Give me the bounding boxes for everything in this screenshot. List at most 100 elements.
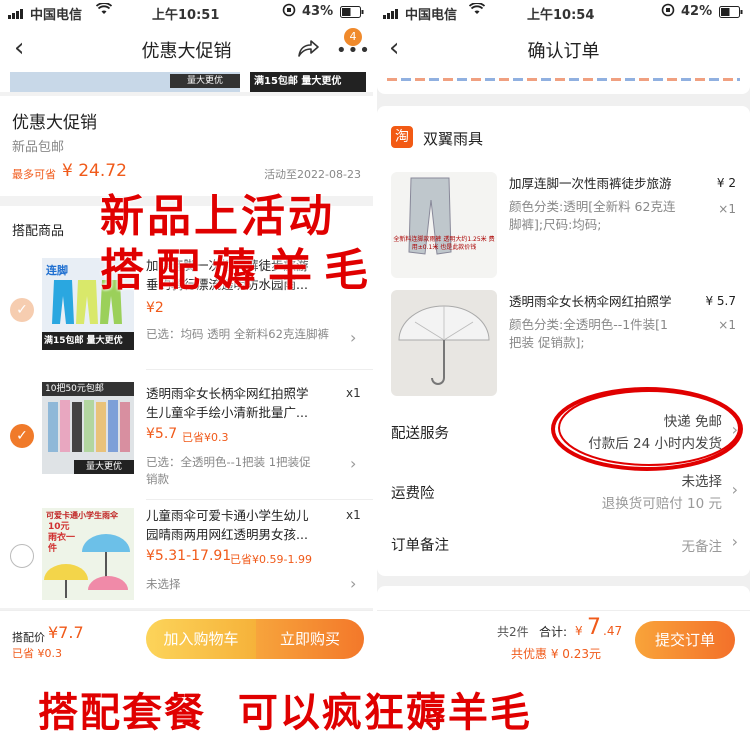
right-screen: 中国电信 上午10:54 42% ‹ 确认订单 淘 双翼雨具 全新料连脚款雨裤 … (377, 0, 750, 670)
insurance-status: 未选择 (681, 474, 723, 490)
product-price: ¥ 2 (716, 176, 736, 190)
notification-badge: 4 (344, 28, 362, 46)
bundle-price: ¥7.7 (48, 623, 84, 642)
product-title: 儿童雨伞可爱卡通小学生幼儿园晴雨两用网红透明男女孩... (146, 508, 309, 542)
product-price: ¥ 5.7 (705, 294, 736, 308)
product-qty: x1 (346, 386, 361, 400)
add-to-cart-button[interactable]: 加入购物车 (146, 619, 256, 659)
chevron-right-icon[interactable]: › (350, 454, 356, 473)
remarks-row[interactable]: 订单备注 无备注 › (377, 526, 750, 566)
product-thumbnail: 可爱卡通小学生雨伞 10元 雨衣一件 (42, 508, 134, 600)
order-item[interactable]: 全新料连脚款雨裤 透明大约1.25米 费用±0.1米 也是此款价钱 加厚连脚一次… (377, 166, 750, 282)
divider (146, 499, 373, 500)
product-thumbnail: 10把50元包邮 量大更优 (42, 382, 134, 474)
total-currency: ¥ (575, 624, 583, 638)
check-icon[interactable]: ✓ (10, 424, 34, 448)
banner-tag: 量大更优 (170, 74, 240, 88)
total-decimal: .47 (603, 624, 623, 638)
banner-strip: 量大更优 满15包邮 量大更优 (0, 72, 373, 92)
orientation-lock-icon (282, 3, 296, 21)
signal-icon (383, 4, 399, 19)
bundle-saved: 已省 ¥0.3 (12, 647, 62, 660)
product-item[interactable]: ✓ 10把50元包邮 量大更优 透明雨伞女长柄伞网红拍照学生儿童伞手绘小清新批量… (0, 372, 373, 498)
carrier-label: 中国电信 (30, 8, 83, 23)
product-saved: 已省¥0.3 (182, 431, 229, 444)
promo-subtitle: 新品包邮 (12, 140, 65, 155)
product-qty: ×1 (718, 318, 736, 332)
chevron-right-icon[interactable]: › (732, 532, 738, 551)
overlay-bottom-caption: 搭配套餐 可以疯狂薅羊毛 (38, 689, 532, 736)
overlay-line-2: 搭配薅羊毛 (100, 245, 380, 296)
orientation-lock-icon (661, 3, 675, 21)
delivery-label: 配送服务 (391, 426, 449, 442)
nav-bar: ‹ 优惠大促销 ••• 4 (0, 24, 373, 72)
product-price: ¥5.7 (146, 426, 178, 442)
battery-percent: 42% (681, 4, 713, 19)
remarks-label: 订单备注 (391, 538, 449, 554)
chevron-right-icon[interactable]: › (350, 574, 356, 593)
product-price: ¥5.31-17.91 (146, 548, 232, 564)
total-discount: 共优惠 ¥ 0.23元 (511, 647, 601, 661)
product-sku: 颜色分类:透明[全新料 62克连脚裤];尺码:均码; (509, 199, 676, 232)
chevron-right-icon[interactable]: › (732, 480, 738, 499)
share-icon[interactable] (296, 37, 320, 63)
item-count: 共2件 (497, 625, 529, 639)
status-time: 上午10:54 (527, 8, 595, 23)
product-title: 透明雨伞女长柄伞网红拍照学生儿童伞手绘小清新批量广... (146, 386, 309, 420)
signal-icon (8, 4, 24, 19)
bottom-bar: 搭配价 ¥7.7 已省 ¥0.3 加入购物车 立即购买 (0, 610, 373, 670)
product-qty: ×1 (718, 202, 736, 216)
max-save-amount: ¥ 24.72 (62, 161, 127, 181)
delivery-row[interactable]: 配送服务 快递 免邮 付款后 24 小时内发货 › (377, 387, 750, 471)
red-circle-annotation (551, 387, 743, 471)
nav-bar: ‹ 确认订单 (377, 24, 750, 72)
wifi-icon (468, 2, 486, 19)
battery-icon (719, 6, 743, 22)
insurance-label: 运费险 (391, 486, 435, 502)
more-icon[interactable]: ••• (336, 42, 371, 60)
product-sku: 颜色分类:全透明色--1件装[1把装 促销款]; (509, 317, 669, 350)
taobao-icon: 淘 (391, 126, 413, 148)
product-saved: 已省¥0.59-1.99 (230, 553, 312, 566)
max-save-label: 最多可省 (12, 168, 56, 181)
product-title: 透明雨伞女长柄伞网红拍照学 (509, 294, 672, 309)
product-title: 加厚连脚一次性雨裤徒步旅游 (509, 176, 672, 191)
remarks-value: 无备注 (681, 539, 723, 555)
product-price: ¥2 (146, 300, 164, 316)
insurance-row[interactable]: 运费险 未选择 退换货可赔付 10 元 › (377, 462, 750, 518)
status-bar: 中国电信 上午10:51 43% (0, 0, 373, 24)
bundle-price-label: 搭配价 (12, 631, 45, 644)
order-card: 淘 双翼雨具 全新料连脚款雨裤 透明大约1.25米 费用±0.1米 也是此款价钱… (377, 106, 750, 576)
chevron-right-icon[interactable]: › (350, 328, 356, 347)
section-title: 搭配商品 (12, 224, 65, 239)
product-item[interactable]: 可爱卡通小学生雨伞 10元 雨衣一件 儿童雨伞可爱卡通小学生幼儿园晴雨两用网红透… (0, 502, 373, 608)
product-qty: x1 (346, 508, 361, 522)
product-thumbnail (391, 290, 497, 396)
product-sku: 已选：全透明色--1把装 1把装促销款 (146, 455, 311, 486)
wifi-icon (95, 2, 113, 19)
product-thumbnail: 全新料连脚款雨裤 透明大约1.25米 费用±0.1米 也是此款价钱 (391, 172, 497, 278)
check-icon[interactable]: ✓ (10, 298, 34, 322)
carrier-label: 中国电信 (405, 8, 458, 23)
divider (146, 369, 373, 370)
page-title: 确认订单 (527, 41, 600, 62)
banner-tag-2: 满15包邮 量大更优 (250, 72, 366, 92)
left-screen: 中国电信 上午10:51 43% ‹ 优惠大促销 ••• 4 量大更优 满15包… (0, 0, 373, 670)
buy-now-button[interactable]: 立即购买 (256, 619, 364, 659)
total-label: 合计: (539, 625, 568, 639)
battery-percent: 43% (302, 4, 334, 19)
submit-order-button[interactable]: 提交订单 (635, 621, 735, 659)
battery-icon (340, 6, 364, 22)
status-time: 上午10:51 (152, 8, 220, 23)
bottom-bar: 共2件 合计: ¥ 7 .47 共优惠 ¥ 0.23元 提交订单 (377, 610, 750, 670)
product-sku: 已选：均码 透明 全新料62克连脚裤 (146, 327, 329, 341)
product-sku: 未选择 (146, 577, 181, 591)
promo-title: 优惠大促销 (12, 113, 97, 133)
separator (373, 0, 377, 670)
insurance-detail: 退换货可赔付 10 元 (601, 496, 722, 512)
status-bar: 中国电信 上午10:54 42% (377, 0, 750, 24)
address-card (377, 72, 750, 94)
checkbox-unchecked[interactable] (10, 544, 34, 568)
total-integer: 7 (587, 615, 601, 640)
shop-name[interactable]: 双翼雨具 (423, 128, 483, 149)
